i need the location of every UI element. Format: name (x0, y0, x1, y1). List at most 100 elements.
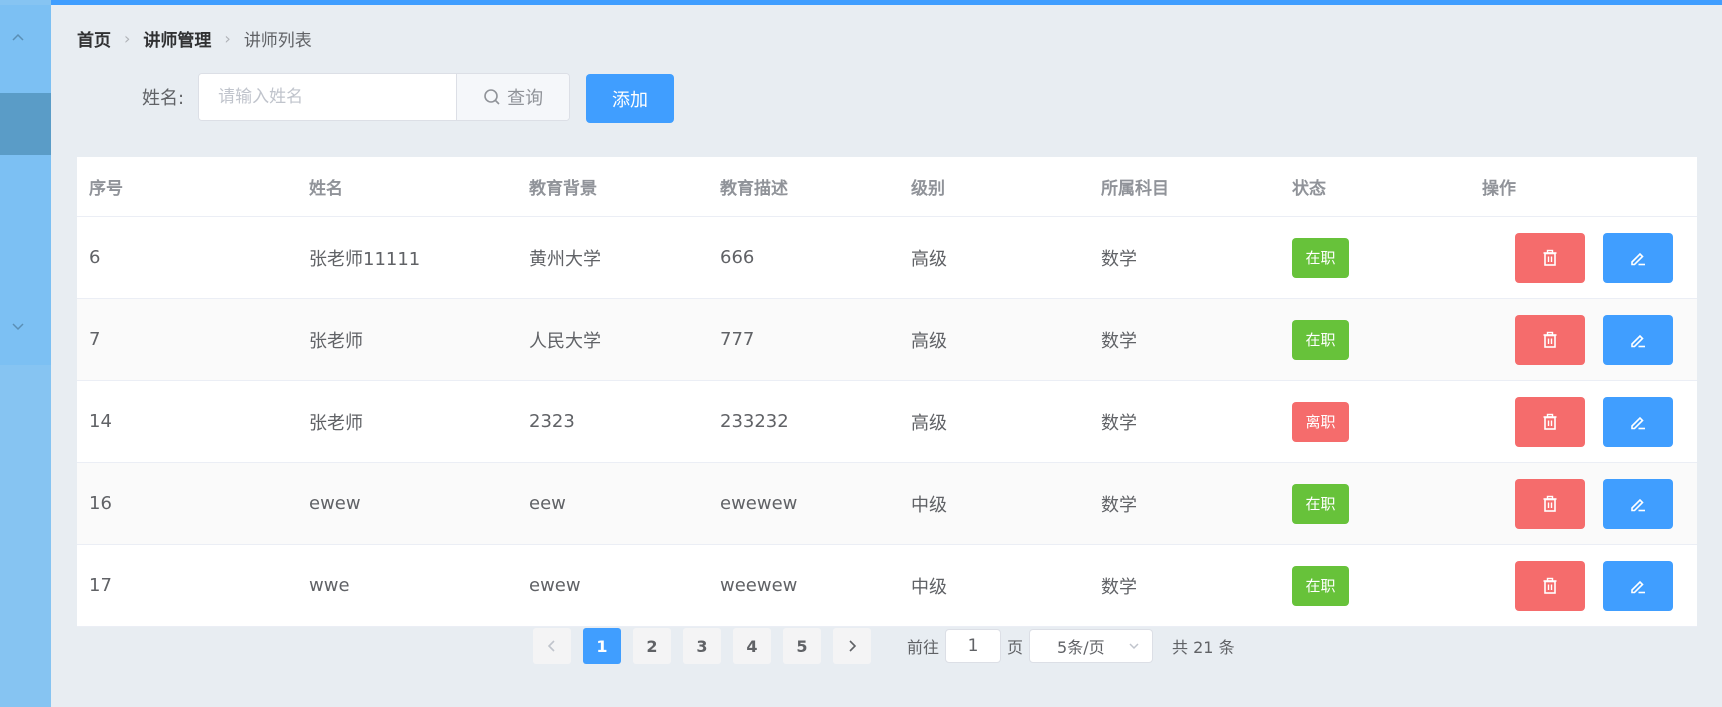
chevron-down-icon[interactable] (10, 318, 26, 334)
page-3[interactable]: 3 (683, 628, 721, 664)
chevron-down-icon (1129, 643, 1139, 650)
header-level: 级别 (911, 179, 945, 199)
trash-icon (1543, 577, 1557, 594)
cell-index: 17 (89, 575, 112, 596)
breadcrumb-home[interactable]: 首页 (77, 26, 111, 51)
chevron-right-icon (849, 640, 857, 652)
status-badge: 离职 (1292, 401, 1349, 442)
cell-education: 2323 (529, 411, 575, 432)
cell-name: wwe (309, 575, 350, 596)
top-accent-bar (0, 0, 1722, 5)
cell-name: 张老师11111 (309, 248, 421, 270)
cell-name: ewew (309, 493, 361, 514)
cell-status: 离职 (1292, 381, 1349, 462)
search-button-label: 查询 (507, 88, 544, 109)
header-name: 姓名 (309, 179, 343, 199)
cell-education: 黄州大学 (529, 248, 601, 270)
edit-icon (1631, 416, 1645, 429)
goto-page-input[interactable]: 1 (945, 629, 1002, 663)
cell-subject: 数学 (1101, 248, 1137, 270)
name-search-input[interactable] (199, 74, 457, 120)
edit-button[interactable] (1603, 314, 1673, 365)
header-index: 序号 (89, 179, 123, 199)
cell-index: 16 (89, 493, 112, 514)
cell-description: 777 (720, 329, 755, 350)
page-5[interactable]: 5 (783, 628, 821, 664)
delete-button[interactable] (1515, 560, 1585, 611)
prev-page-button[interactable] (533, 628, 571, 664)
delete-button[interactable] (1515, 314, 1585, 365)
table-row: 14 张老师 2323 233232 高级 数学 离职 (77, 381, 1697, 463)
cell-description: 233232 (720, 411, 789, 432)
teacher-table: 序号 姓名 教育背景 教育描述 级别 所属科目 状态 操作 6 张老师11111 黄… (77, 157, 1697, 627)
edit-button[interactable] (1603, 478, 1673, 529)
cell-education: eew (529, 493, 566, 514)
cell-description: ewewew (720, 493, 798, 514)
cell-description: 666 (720, 247, 755, 268)
cell-level: 中级 (911, 576, 947, 598)
add-button[interactable]: 添加 (586, 74, 674, 123)
breadcrumb: 首页 › 讲师管理 › 讲师列表 (77, 26, 312, 51)
cell-level: 中级 (911, 494, 947, 516)
page-2[interactable]: 2 (633, 628, 671, 664)
edit-button[interactable] (1603, 232, 1673, 283)
table-row: 7 张老师 人民大学 777 高级 数学 在职 (77, 299, 1697, 381)
trash-icon (1543, 249, 1557, 266)
cell-status: 在职 (1292, 463, 1349, 544)
cell-status: 在职 (1292, 299, 1349, 380)
total-count: 共 21 条 (1172, 638, 1235, 657)
status-badge: 在职 (1292, 565, 1349, 606)
status-badge: 在职 (1292, 237, 1349, 278)
table-row: 6 张老师11111 黄州大学 666 高级 数学 在职 (77, 217, 1697, 299)
cell-status: 在职 (1292, 217, 1349, 298)
cell-level: 高级 (911, 248, 947, 270)
cell-education: 人民大学 (529, 330, 601, 352)
search-button[interactable]: 查询 (456, 74, 570, 120)
cell-index: 14 (89, 411, 112, 432)
cell-name: 张老师 (309, 412, 363, 434)
cell-subject: 数学 (1101, 412, 1137, 434)
chevron-left-icon (547, 640, 555, 652)
cell-education: ewew (529, 575, 581, 596)
cell-level: 高级 (911, 412, 947, 434)
edit-icon (1631, 498, 1645, 511)
edit-icon (1631, 334, 1645, 347)
edit-button[interactable] (1603, 396, 1673, 447)
header-subject: 所属科目 (1101, 179, 1169, 199)
edit-icon (1631, 580, 1645, 593)
search-icon (484, 89, 500, 105)
status-badge: 在职 (1292, 483, 1349, 524)
breadcrumb-section[interactable]: 讲师管理 (143, 26, 211, 51)
delete-button[interactable] (1515, 396, 1585, 447)
header-description: 教育描述 (720, 179, 788, 199)
sidebar-active-item[interactable] (0, 93, 51, 155)
pagination: 1 2 3 4 5 前往 1 页 5条/页 共 21 条 (533, 628, 1235, 664)
page-4[interactable]: 4 (733, 628, 771, 664)
trash-icon (1543, 331, 1557, 348)
search-box: 查询 (198, 73, 571, 121)
delete-button[interactable] (1515, 232, 1585, 283)
name-label: 姓名: (142, 88, 185, 109)
next-page-button[interactable] (833, 628, 871, 664)
cell-subject: 数学 (1101, 330, 1137, 352)
cell-description: weewew (720, 575, 798, 596)
cell-index: 7 (89, 329, 101, 350)
goto-suffix: 页 (1007, 638, 1024, 657)
chevron-up-icon[interactable] (10, 30, 26, 46)
cell-level: 高级 (911, 330, 947, 352)
page-1[interactable]: 1 (583, 628, 621, 664)
goto-prefix: 前往 (907, 638, 940, 657)
page-size-select[interactable]: 5条/页 (1029, 629, 1154, 663)
sidebar-panel (0, 5, 51, 365)
cell-name: 张老师 (309, 330, 363, 352)
header-actions: 操作 (1482, 179, 1516, 199)
breadcrumb-separator-icon: › (124, 29, 131, 48)
table-row: 17 wwe ewew weewew 中级 数学 在职 (77, 545, 1697, 627)
header-education: 教育背景 (529, 179, 597, 199)
edit-button[interactable] (1603, 560, 1673, 611)
cell-index: 6 (89, 247, 101, 268)
page-size-value: 5条/页 (1057, 638, 1105, 657)
edit-icon (1631, 252, 1645, 265)
delete-button[interactable] (1515, 478, 1585, 529)
table-header-row: 序号 姓名 教育背景 教育描述 级别 所属科目 状态 操作 (77, 157, 1697, 217)
